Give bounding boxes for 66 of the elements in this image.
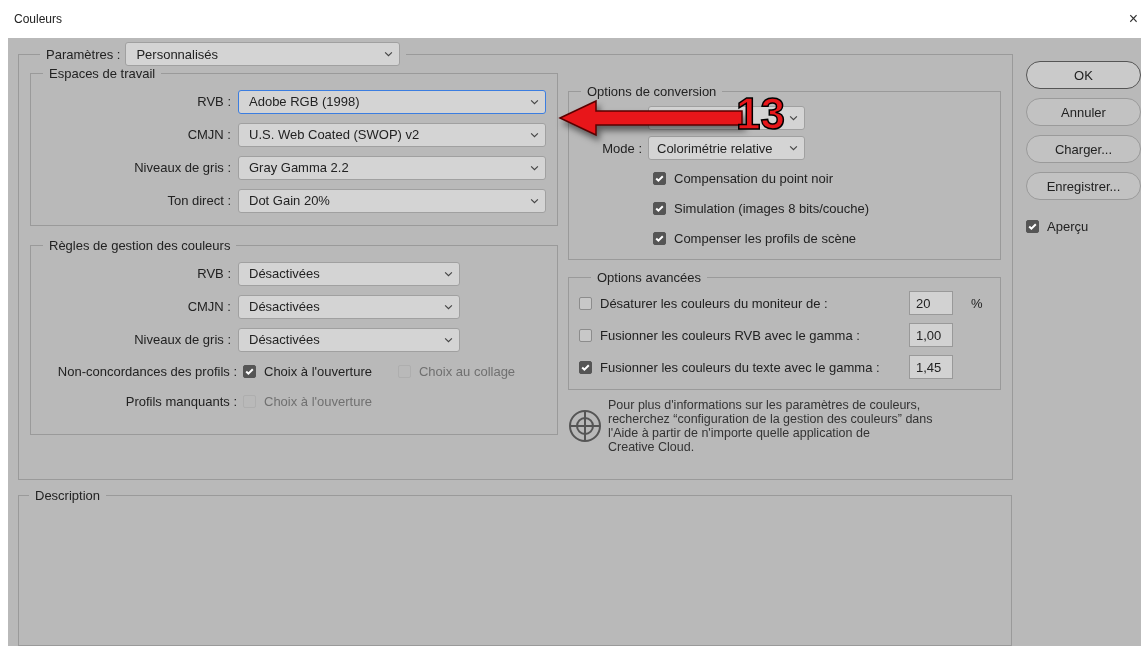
policy-dropdown[interactable]: Désactivées — [238, 261, 460, 286]
group-title: Règles de gestion des couleurs — [48, 238, 232, 253]
policy-dropdown[interactable]: Désactivées — [238, 294, 460, 319]
number-field[interactable]: 1,45 — [909, 355, 953, 379]
policy-dropdown[interactable]: Désactivées — [238, 327, 460, 352]
profile-dropdown[interactable]: Adobe RGB (1998) — [238, 89, 546, 114]
checkbox-label: Choix à l'ouverture — [264, 363, 372, 379]
group-title: Options de conversion — [586, 84, 718, 99]
checkbox[interactable] — [579, 328, 592, 342]
chevron-icon — [444, 336, 453, 343]
field-label: RVB : — [196, 266, 232, 281]
group-title: Description — [34, 488, 102, 503]
checkbox[interactable] — [243, 364, 256, 378]
mode-dropdown[interactable]: Colorimétrie relative — [648, 136, 805, 160]
field-label: Mode : — [601, 140, 643, 156]
checkbox-label: Fusionner les couleurs RVB avec le gamma : — [600, 327, 860, 343]
dialog-button[interactable]: Charger... — [1026, 135, 1141, 163]
help-text: Pour plus d'informations sur les paramètres de couleurs, recherchez “configuration de la gestion des couleurs” dans l'Aide à partir de n'importe quelle application de Creative Cloud. — [608, 398, 933, 454]
field-label: Niveaux de gris : — [133, 332, 232, 347]
checkbox[interactable] — [653, 201, 666, 215]
checkbox-label: Désaturer les couleurs du moniteur de : — [600, 295, 828, 311]
checkbox[interactable] — [579, 296, 592, 310]
checkbox-label: Choix au collage — [419, 363, 516, 379]
checkbox[interactable] — [1026, 220, 1039, 233]
checkbox-label: Fusionner les couleurs du texte avec le gamma : — [600, 359, 880, 375]
number-field[interactable]: 1,00 — [909, 323, 953, 347]
group-title: Options avancées — [596, 270, 703, 285]
checkbox-label: Simulation (images 8 bits/couche) — [674, 200, 870, 216]
chevron-icon — [530, 131, 539, 138]
dialog-button[interactable]: Annuler — [1026, 98, 1141, 126]
window-title: Couleurs — [14, 12, 63, 26]
field-label: Niveaux de gris : — [133, 160, 232, 175]
chevron-icon — [444, 270, 453, 277]
dialog-button[interactable]: OK — [1026, 61, 1141, 89]
annotation-number: 13 — [736, 90, 785, 138]
field-label: Ton direct : — [166, 193, 232, 208]
chevron-icon — [530, 164, 539, 171]
field-label: Profils manquants : — [124, 393, 238, 409]
checkbox-label: Choix à l'ouverture — [264, 393, 372, 409]
field-label: CMJN : — [186, 299, 232, 314]
field-label: RVB : — [196, 94, 232, 109]
checkbox-label: Compenser les profils de scène — [674, 230, 857, 246]
checkbox[interactable] — [653, 171, 666, 185]
unit-label: % — [971, 295, 983, 311]
checkbox-label: Aperçu — [1047, 219, 1089, 234]
chevron-icon — [530, 98, 539, 105]
chevron-icon — [789, 115, 798, 121]
globe-icon — [568, 409, 602, 443]
field-label: Non-concordances des profils : — [56, 363, 238, 379]
settings-dropdown[interactable]: Personnalisés — [125, 42, 401, 66]
chevron-icon — [384, 51, 394, 57]
group-title: Espaces de travail — [48, 66, 157, 81]
chevron-icon — [444, 303, 453, 310]
profile-dropdown[interactable]: Dot Gain 20% — [238, 188, 546, 213]
checkbox-label: Compensation du point noir — [674, 170, 833, 186]
chevron-icon — [789, 145, 798, 151]
chevron-icon — [530, 197, 539, 204]
profile-dropdown[interactable]: U.S. Web Coated (SWOP) v2 — [238, 122, 546, 147]
checkbox[interactable] — [579, 360, 592, 374]
number-field[interactable]: 20 — [909, 291, 953, 315]
close-button[interactable]: × — [1128, 10, 1138, 28]
dialog-button[interactable]: Enregistrer... — [1026, 172, 1141, 200]
checkbox[interactable] — [653, 231, 666, 245]
profile-dropdown[interactable]: Gray Gamma 2.2 — [238, 155, 546, 180]
field-label: Paramètres : — [46, 46, 121, 62]
field-label: CMJN : — [186, 127, 232, 142]
